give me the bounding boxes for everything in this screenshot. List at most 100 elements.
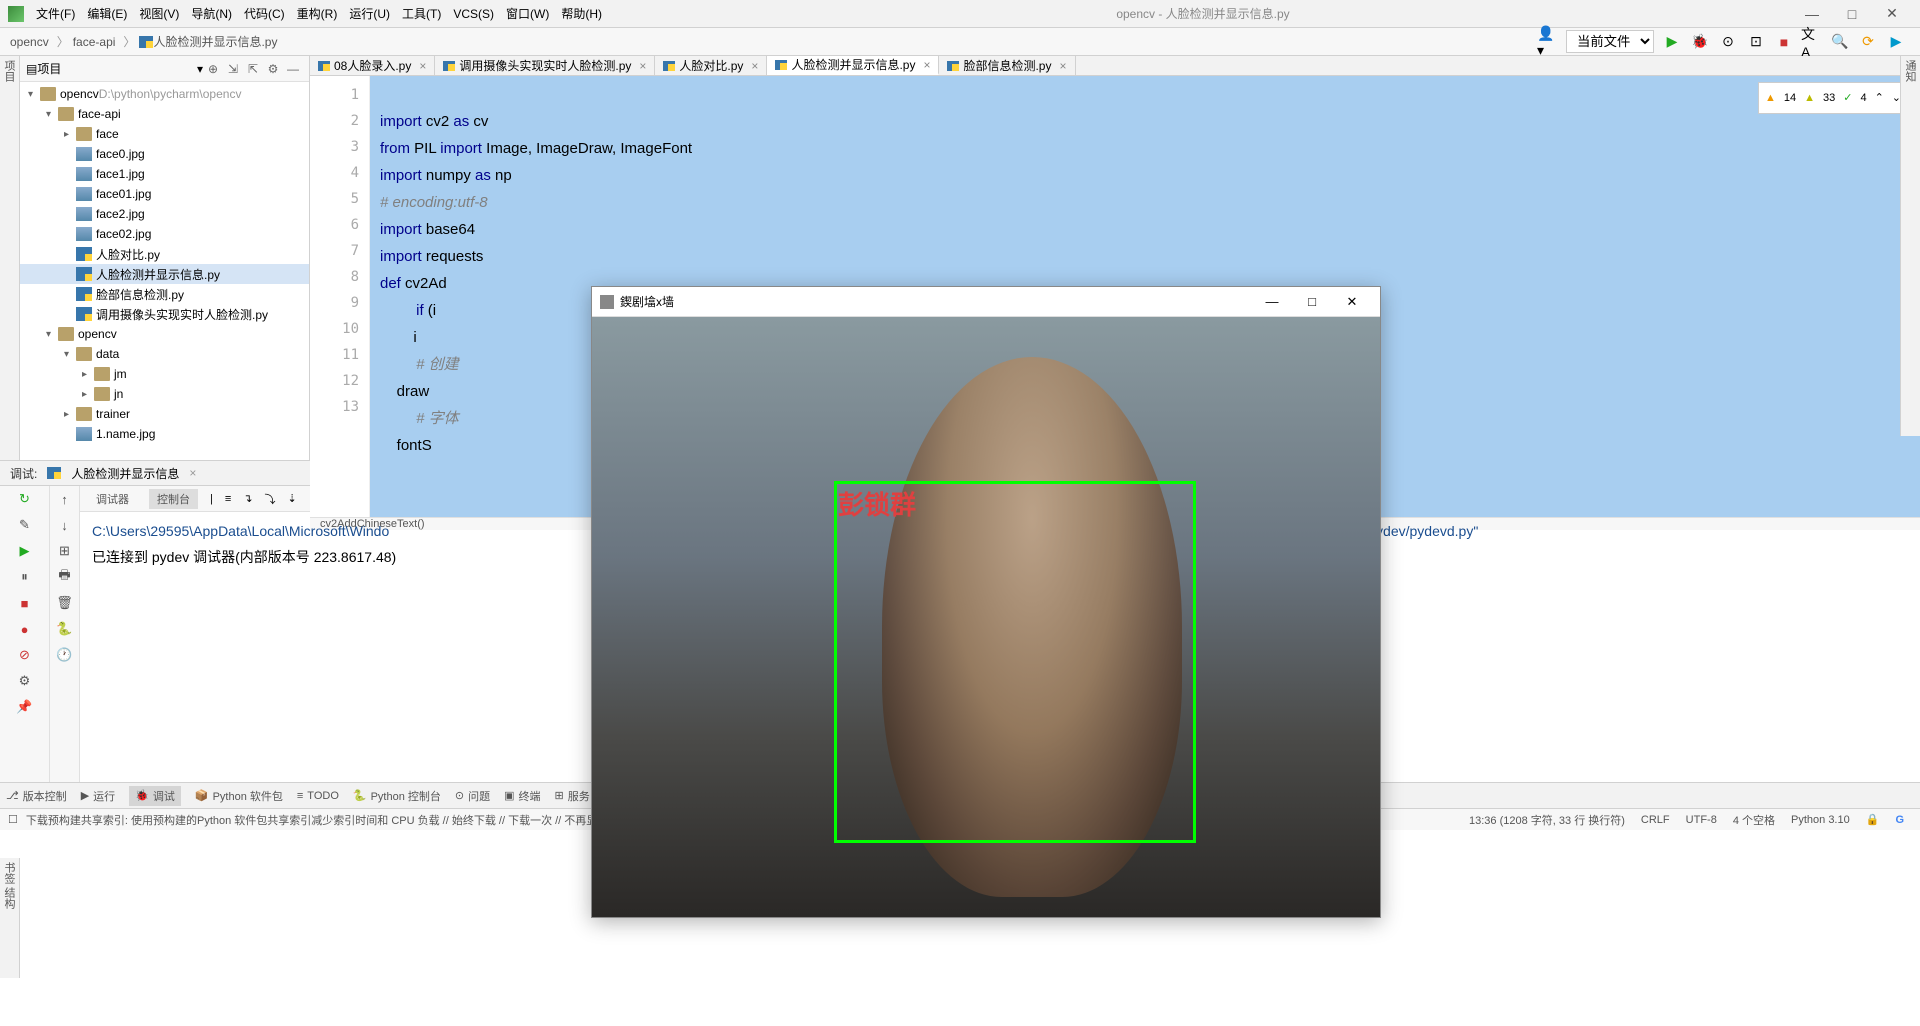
close-tab-icon[interactable]: × [189,466,196,480]
tree-item-face02-jpg[interactable]: face02.jpg [20,224,309,244]
tw-problems[interactable]: ⊙ 问题 [455,788,490,804]
step-over-icon[interactable]: ≡ [225,493,231,505]
console-tab[interactable]: 控制台 [149,489,198,509]
pause-icon[interactable]: ⏸ [16,568,34,586]
breadcrumb-3[interactable]: 人脸检测并显示信息.py [153,33,277,50]
close-tab-icon[interactable]: × [751,59,758,73]
target-icon[interactable]: ⊕ [203,62,223,76]
step-into-my-icon[interactable]: ⤵ [265,491,276,507]
tw-todo[interactable]: ≡ TODO [297,790,339,802]
menu-edit[interactable]: 编辑(E) [87,5,127,22]
inspection-widget[interactable]: ▲14 ▲33 ✓4 ⌃⌄ [1758,82,1908,114]
menu-run[interactable]: 运行(U) [349,5,390,22]
tree-item-face[interactable]: ▸face [20,124,309,144]
project-view-select[interactable]: 项目 [37,60,197,77]
pin-icon[interactable]: 📌 [16,698,34,716]
debug-run-name[interactable]: 人脸检测并显示信息 [71,465,179,482]
profile-icon[interactable]: ⊡ [1745,31,1767,53]
menu-view[interactable]: 视图(V) [139,5,179,22]
stop-debug-icon[interactable]: ■ [16,594,34,612]
breadcrumb-1[interactable]: opencv [10,35,49,49]
ime-icon[interactable]: G [1895,814,1904,826]
user-icon[interactable]: 👤▾ [1537,31,1559,53]
codewithme-icon[interactable]: ▶ [1885,31,1907,53]
tree-item-data[interactable]: ▾data [20,344,309,364]
menu-file[interactable]: 文件(F) [36,5,75,22]
cv-close-button[interactable]: ✕ [1332,294,1372,310]
tw-pyconsole[interactable]: 🐍 Python 控制台 [353,788,441,804]
status-encoding[interactable]: UTF-8 [1686,814,1717,826]
python-console-icon[interactable]: 🐍 [56,620,74,638]
lock-icon[interactable]: 🔒 [1866,813,1880,826]
run-config-select[interactable]: 当前文件 [1566,30,1654,53]
menu-refactor[interactable]: 重构(R) [297,5,338,22]
sidebar-tab-project[interactable]: 项目 [0,56,20,460]
close-tab-icon[interactable]: × [923,58,930,72]
menu-window[interactable]: 窗口(W) [506,5,549,22]
force-step-icon[interactable]: ⇣ [288,492,297,505]
step-into-icon[interactable]: ↴ [243,492,252,505]
menu-vcs[interactable]: VCS(S) [453,7,494,21]
tree-item-jn[interactable]: ▸jn [20,384,309,404]
resume-icon[interactable]: ▶ [16,542,34,560]
notification-icon[interactable]: ☐ [8,813,18,826]
collapse-icon[interactable]: ⇱ [243,62,263,76]
cv-maximize-button[interactable]: □ [1292,294,1332,309]
translate-icon[interactable]: 文A [1801,31,1823,53]
sidebar-tab-bottom[interactable]: 书签 结构 [0,858,20,978]
settings-debug-icon[interactable]: ⚙ [16,672,34,690]
status-lineend[interactable]: CRLF [1641,814,1670,826]
tw-packages[interactable]: 📦 Python 软件包 [195,788,283,804]
close-tab-icon[interactable]: × [419,59,426,73]
modify-icon[interactable]: ✎ [16,516,34,534]
menu-tools[interactable]: 工具(T) [402,5,441,22]
tw-services[interactable]: ⊞ 服务 [555,788,590,804]
editor-tab[interactable]: 08人脸录入.py× [310,56,435,75]
breadcrumb-2[interactable]: face-api [73,35,116,49]
search-icon[interactable]: 🔍 [1829,31,1851,53]
down-stack-icon[interactable]: ↓ [56,516,74,534]
tree-item-face0-jpg[interactable]: face0.jpg [20,144,309,164]
sidebar-tab-right[interactable]: 通知 [1900,56,1920,436]
menu-help[interactable]: 帮助(H) [561,5,602,22]
up-stack-icon[interactable]: ↑ [56,490,74,508]
editor-tab[interactable]: 人脸检测并显示信息.py× [767,56,939,75]
settings-icon[interactable]: ⚙ [263,62,283,76]
cv-titlebar[interactable]: 鍥剧墖x墙 — □ ✕ [592,287,1380,317]
close-tab-icon[interactable]: × [1059,59,1066,73]
mute-breakpoints-icon[interactable]: ⊘ [16,646,34,664]
clock-icon[interactable]: 🕐 [56,646,74,664]
tw-terminal[interactable]: ▣ 终端 [504,788,540,804]
close-button[interactable]: ✕ [1872,5,1912,22]
trash-icon[interactable]: 🗑 [56,594,74,612]
tree-item-1-name-jpg[interactable]: 1.name.jpg [20,424,309,444]
tree-item-opencv[interactable]: ▾opencv [20,324,309,344]
coverage-icon[interactable]: ⊙ [1717,31,1739,53]
print-icon[interactable]: 🖶 [56,568,74,586]
tree-item-jm[interactable]: ▸jm [20,364,309,384]
tw-run[interactable]: ▶ 运行 [81,788,115,804]
tree-item-face1-jpg[interactable]: face1.jpg [20,164,309,184]
editor-tab[interactable]: 脸部信息检测.py× [939,56,1075,75]
maximize-button[interactable]: □ [1832,6,1872,22]
sync-icon[interactable]: ⟳ [1857,31,1879,53]
status-interpreter[interactable]: Python 3.10 [1791,814,1850,826]
run-icon[interactable]: ▶ [1661,31,1683,53]
up-icon[interactable]: ⌃ [1875,85,1884,111]
status-indent[interactable]: 4 个空格 [1733,812,1775,828]
expand-icon[interactable]: ⇲ [223,62,243,76]
tw-vcs[interactable]: ⎇ 版本控制 [6,788,67,804]
debugger-tab[interactable]: 调试器 [88,489,137,509]
view-breakpoints-icon[interactable]: ● [16,620,34,638]
tree-item-face-api[interactable]: ▾face-api [20,104,309,124]
filter-icon[interactable]: ⊞ [56,542,74,560]
menu-nav[interactable]: 导航(N) [191,5,232,22]
project-tree[interactable]: ▾opencv D:\python\pycharm\opencv▾face-ap… [20,82,309,460]
editor-tab[interactable]: 人脸对比.py× [655,56,767,75]
stop-icon[interactable]: ■ [1773,31,1795,53]
cv-minimize-button[interactable]: — [1252,294,1292,309]
close-tab-icon[interactable]: × [639,59,646,73]
menu-code[interactable]: 代码(C) [244,5,285,22]
status-position[interactable]: 13:36 (1208 字符, 33 行 换行符) [1469,812,1625,828]
tree-item-----------py[interactable]: 人脸检测并显示信息.py [20,264,309,284]
